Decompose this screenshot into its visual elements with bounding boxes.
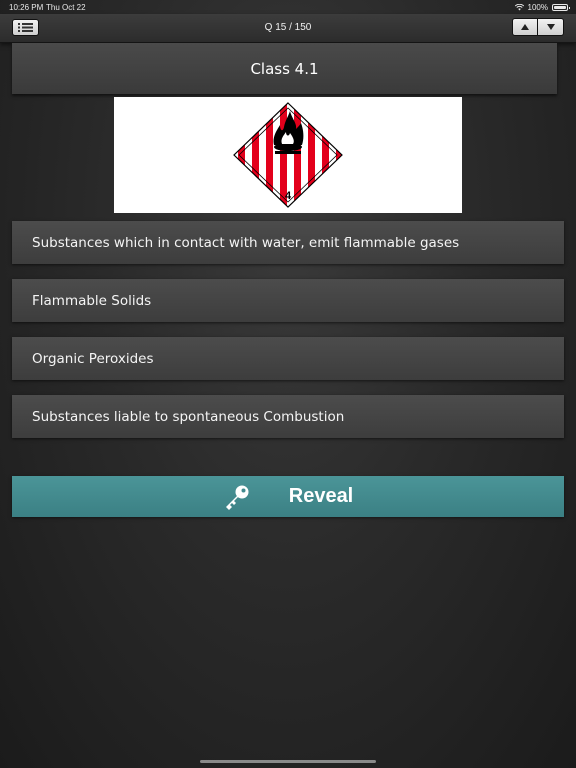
previous-question-button[interactable] bbox=[512, 18, 538, 36]
answer-label: Flammable Solids bbox=[32, 292, 152, 309]
answer-option-2[interactable]: Flammable Solids bbox=[12, 279, 564, 322]
nav-bar: Q 15 / 150 bbox=[0, 14, 576, 43]
reveal-label: Reveal bbox=[288, 485, 354, 507]
question-title: Class 4.1 bbox=[12, 43, 557, 94]
question-title-text: Class 4.1 bbox=[250, 59, 319, 78]
wifi-icon bbox=[514, 4, 524, 11]
answer-label: Substances which in contact with water, … bbox=[32, 234, 460, 251]
reveal-button[interactable]: Reveal bbox=[12, 476, 564, 517]
question-counter: Q 15 / 150 bbox=[264, 22, 312, 33]
battery-icon bbox=[552, 4, 570, 11]
key-icon bbox=[225, 485, 249, 510]
home-indicator[interactable] bbox=[200, 760, 376, 763]
nav-arrows bbox=[512, 18, 564, 36]
status-date: Thu Oct 22 bbox=[46, 3, 86, 12]
hazard-class-number: 4 bbox=[285, 190, 292, 202]
answer-label: Substances liable to spontaneous Combust… bbox=[32, 408, 345, 425]
status-bar: 10:26 PM Thu Oct 22 100% bbox=[0, 0, 576, 14]
answer-option-1[interactable]: Substances which in contact with water, … bbox=[12, 221, 564, 264]
answer-option-3[interactable]: Organic Peroxides bbox=[12, 337, 564, 380]
status-time: 10:26 PM bbox=[9, 3, 44, 12]
status-indicators: 100% bbox=[514, 3, 570, 12]
arrow-down-icon bbox=[546, 24, 555, 30]
question-image: 4 bbox=[114, 97, 462, 213]
answer-option-4[interactable]: Substances liable to spontaneous Combust… bbox=[12, 395, 564, 438]
battery-percent: 100% bbox=[527, 3, 548, 12]
next-question-button[interactable] bbox=[538, 18, 564, 36]
arrow-up-icon bbox=[521, 24, 529, 30]
answer-label: Organic Peroxides bbox=[32, 350, 154, 367]
flammable-solid-hazard-diamond-icon: 4 bbox=[233, 102, 343, 208]
